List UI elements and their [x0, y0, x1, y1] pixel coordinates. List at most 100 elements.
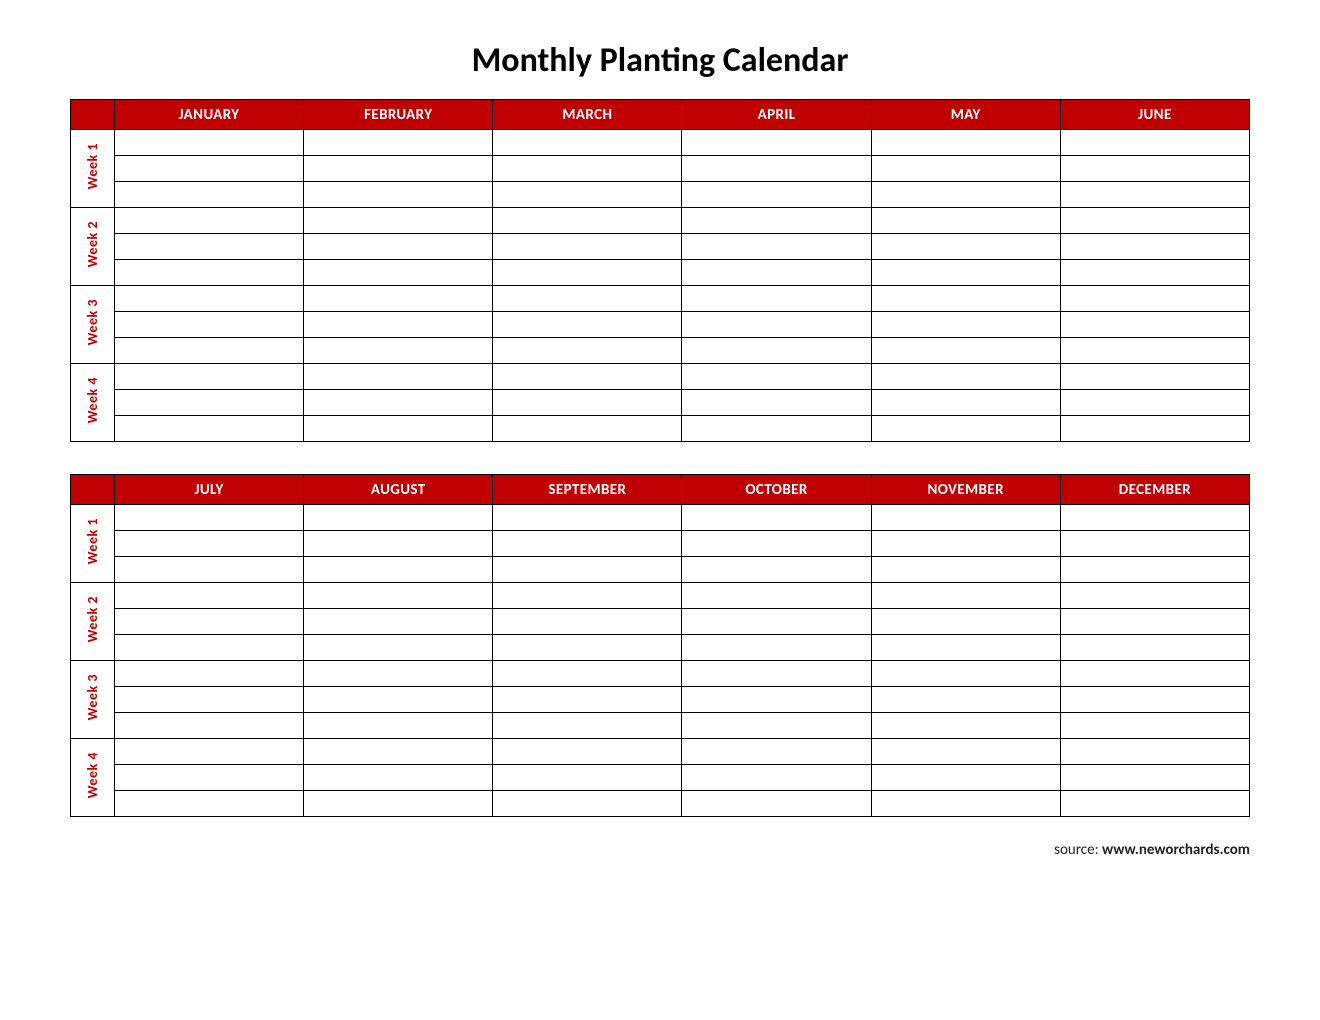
cell — [682, 583, 871, 609]
cell — [871, 609, 1060, 635]
header-corner — [71, 475, 115, 505]
cell — [682, 338, 871, 364]
source-line: source: www.neworchards.com — [70, 841, 1250, 859]
cell — [682, 635, 871, 661]
cell — [871, 505, 1060, 531]
cell — [115, 635, 304, 661]
cell — [115, 338, 304, 364]
cell — [871, 739, 1060, 765]
cell — [682, 557, 871, 583]
cell — [1060, 583, 1249, 609]
cell — [1060, 791, 1249, 817]
cell — [871, 182, 1060, 208]
month-header: MARCH — [493, 100, 682, 130]
cell — [1060, 208, 1249, 234]
table-row — [71, 312, 1250, 338]
month-header: JULY — [115, 475, 304, 505]
cell — [682, 791, 871, 817]
cell — [304, 416, 493, 442]
cell — [115, 234, 304, 260]
cell — [871, 583, 1060, 609]
cell — [871, 791, 1060, 817]
table-row: Week 3 — [71, 661, 1250, 687]
cell — [1060, 661, 1249, 687]
table-row: Week 1 — [71, 505, 1250, 531]
cell — [682, 364, 871, 390]
cell — [493, 182, 682, 208]
calendar-table-h2: JULY AUGUST SEPTEMBER OCTOBER NOVEMBER D… — [70, 474, 1250, 817]
header-row: JULY AUGUST SEPTEMBER OCTOBER NOVEMBER D… — [71, 475, 1250, 505]
cell — [304, 583, 493, 609]
cell — [871, 260, 1060, 286]
cell — [115, 390, 304, 416]
table-row — [71, 182, 1250, 208]
week-header: Week 2 — [71, 208, 115, 286]
cell — [1060, 390, 1249, 416]
cell — [1060, 260, 1249, 286]
week-header: Week 1 — [71, 505, 115, 583]
table-row — [71, 687, 1250, 713]
cell — [871, 416, 1060, 442]
cell — [1060, 286, 1249, 312]
cell — [304, 609, 493, 635]
cell — [304, 505, 493, 531]
cell — [1060, 234, 1249, 260]
cell — [1060, 687, 1249, 713]
month-header: APRIL — [682, 100, 871, 130]
cell — [493, 505, 682, 531]
cell — [493, 156, 682, 182]
cell — [871, 312, 1060, 338]
cell — [682, 390, 871, 416]
cell — [115, 364, 304, 390]
table-row — [71, 390, 1250, 416]
cell — [304, 234, 493, 260]
cell — [304, 390, 493, 416]
cell — [871, 531, 1060, 557]
week-header: Week 4 — [71, 364, 115, 442]
header-row: JANUARY FEBRUARY MARCH APRIL MAY JUNE — [71, 100, 1250, 130]
cell — [304, 713, 493, 739]
cell — [493, 234, 682, 260]
cell — [1060, 312, 1249, 338]
cell — [304, 531, 493, 557]
month-header: NOVEMBER — [871, 475, 1060, 505]
cell — [1060, 635, 1249, 661]
cell — [304, 130, 493, 156]
cell — [493, 364, 682, 390]
table-row — [71, 713, 1250, 739]
cell — [871, 765, 1060, 791]
cell — [682, 312, 871, 338]
month-header: JANUARY — [115, 100, 304, 130]
cell — [493, 713, 682, 739]
cell — [1060, 338, 1249, 364]
cell — [493, 416, 682, 442]
table-row — [71, 609, 1250, 635]
table-row — [71, 791, 1250, 817]
cell — [493, 635, 682, 661]
cell — [304, 635, 493, 661]
cell — [115, 208, 304, 234]
cell — [682, 234, 871, 260]
cell — [1060, 609, 1249, 635]
month-header: DECEMBER — [1060, 475, 1249, 505]
cell — [682, 260, 871, 286]
header-corner — [71, 100, 115, 130]
source-label: source: — [1054, 841, 1102, 859]
cell — [304, 661, 493, 687]
cell — [871, 286, 1060, 312]
table-row: Week 3 — [71, 286, 1250, 312]
cell — [115, 312, 304, 338]
month-header: MAY — [871, 100, 1060, 130]
cell — [304, 156, 493, 182]
table-row — [71, 557, 1250, 583]
cell — [115, 505, 304, 531]
cell — [115, 557, 304, 583]
cell — [1060, 416, 1249, 442]
cell — [115, 260, 304, 286]
cell — [115, 156, 304, 182]
cell — [682, 531, 871, 557]
cell — [871, 390, 1060, 416]
cell — [493, 739, 682, 765]
cell — [682, 739, 871, 765]
cell — [304, 739, 493, 765]
